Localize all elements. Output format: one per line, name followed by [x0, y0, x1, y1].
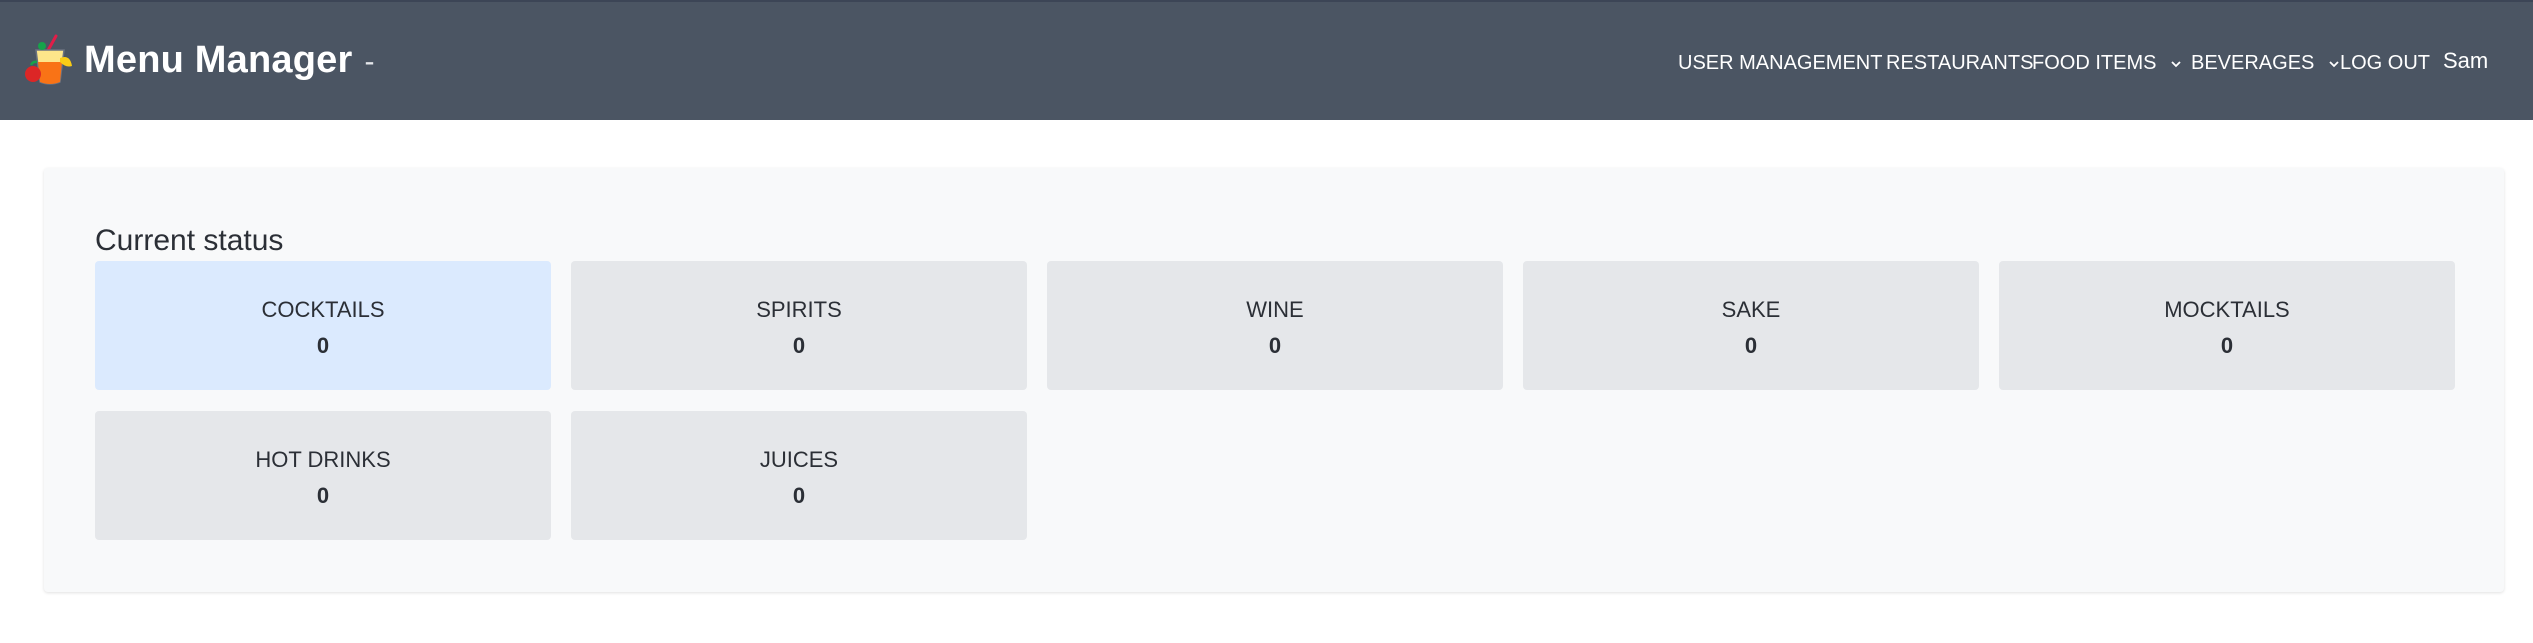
brand[interactable]: Menu Manager - [22, 32, 374, 88]
top-navbar: Menu Manager - USER MANAGEMENT RESTAURAN… [0, 0, 2533, 120]
current-status-panel: Current status COCKTAILS 0 SPIRITS 0 WIN… [44, 168, 2504, 592]
card-count: 0 [2220, 333, 2234, 358]
status-card-mocktails[interactable]: MOCKTAILS 0 [1999, 261, 2455, 390]
title-separator: - [364, 45, 375, 78]
status-card-wine[interactable]: WINE 0 [1047, 261, 1503, 390]
nav-restaurants[interactable]: RESTAURANTS [1886, 52, 2033, 75]
nav-user-management[interactable]: USER MANAGEMENT [1678, 52, 1882, 75]
card-count: 0 [316, 483, 330, 508]
nav-food-items[interactable]: FOOD ITEMS [2032, 52, 2182, 75]
nav-beverages[interactable]: BEVERAGES [2191, 52, 2340, 75]
app-title: Menu Manager [84, 38, 353, 81]
card-label: MOCKTAILS [2164, 297, 2290, 322]
card-count: 0 [1744, 333, 1758, 358]
card-label: SPIRITS [756, 297, 842, 322]
card-count: 0 [792, 483, 806, 508]
status-card-spirits[interactable]: SPIRITS 0 [571, 261, 1027, 390]
cocktail-logo-icon [25, 34, 72, 85]
card-count: 0 [1268, 333, 1282, 358]
chevron-down-icon [2329, 61, 2339, 67]
card-label: WINE [1246, 297, 1304, 322]
card-count: 0 [316, 333, 330, 358]
nav-beverages-label: BEVERAGES [2191, 52, 2315, 74]
status-card-juices[interactable]: JUICES 0 [571, 411, 1027, 540]
card-label: COCKTAILS [261, 297, 385, 322]
card-label: SAKE [1721, 297, 1781, 322]
status-card-cocktails[interactable]: COCKTAILS 0 [95, 261, 551, 390]
status-card-hot-drinks[interactable]: HOT DRINKS 0 [95, 411, 551, 540]
nav-food-items-label: FOOD ITEMS [2032, 52, 2157, 74]
card-count: 0 [792, 333, 806, 358]
status-card-sake[interactable]: SAKE 0 [1523, 261, 1979, 390]
chevron-down-icon [2171, 61, 2181, 67]
nav-log-out[interactable]: LOG OUT [2340, 52, 2430, 75]
card-label: JUICES [759, 447, 839, 472]
card-label: HOT DRINKS [255, 447, 391, 472]
panel-title: Current status [95, 224, 284, 257]
nav-user-name[interactable]: Sam [2443, 48, 2488, 74]
